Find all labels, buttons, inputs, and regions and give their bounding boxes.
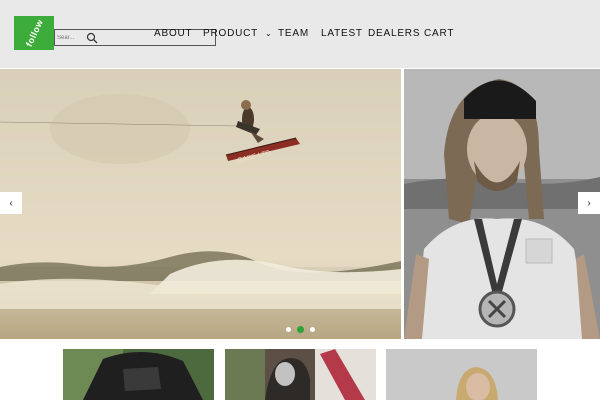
site-header: follow ABOUT PRODUCT ⌄ TEAM LATEST DEALER… <box>0 0 600 68</box>
nav-team[interactable]: TEAM <box>278 28 309 39</box>
slider-dot-active[interactable] <box>297 326 304 333</box>
nav-product[interactable]: PRODUCT ⌄ <box>203 28 273 39</box>
search-input[interactable] <box>57 31 85 44</box>
nav-latest[interactable]: LATEST <box>321 28 363 39</box>
slider-prev-button[interactable]: ‹ <box>0 192 22 214</box>
nav-product-label: PRODUCT <box>203 28 259 39</box>
nav-cart[interactable]: CART <box>424 28 454 39</box>
logo-text: follow <box>23 17 45 49</box>
slider-dot[interactable] <box>286 327 291 332</box>
nav-dealers[interactable]: DEALERS <box>368 28 420 39</box>
search-icon[interactable] <box>86 32 98 44</box>
chevron-right-icon: › <box>587 197 591 209</box>
chevron-down-icon: ⌄ <box>265 29 273 38</box>
hero-main-image: CASE LTD <box>0 69 401 339</box>
slider-dot[interactable] <box>310 327 315 332</box>
thumb-rider-vest[interactable] <box>63 349 214 400</box>
thumb-gloved-hand[interactable] <box>225 349 376 400</box>
thumb-blonde-rider[interactable] <box>386 349 537 400</box>
brand-logo[interactable]: follow <box>14 16 54 50</box>
hero-slider: CASE LTD ‹ › <box>0 68 600 339</box>
hero-side-image <box>404 69 600 339</box>
nav-about[interactable]: ABOUT <box>154 28 192 39</box>
slider-next-button[interactable]: › <box>578 192 600 214</box>
slider-dots <box>286 326 315 333</box>
featured-thumbnails <box>0 349 600 400</box>
chevron-left-icon: ‹ <box>9 197 13 209</box>
